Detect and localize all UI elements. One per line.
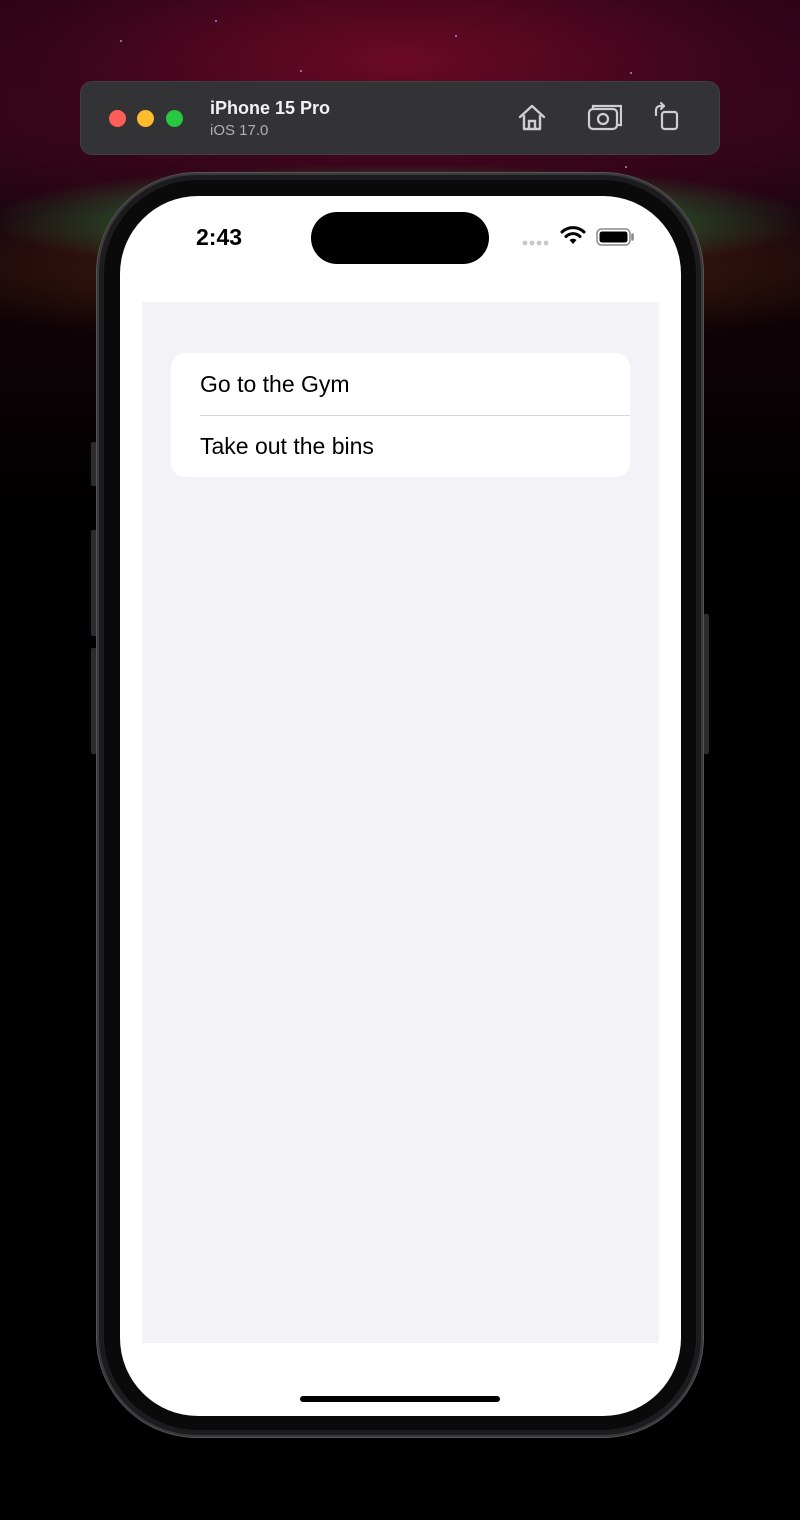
device-name: iPhone 15 Pro [210,98,331,118]
list-item[interactable]: Go to the Gym [171,353,630,415]
star [120,40,122,42]
minimize-window-button[interactable] [137,110,154,127]
rotate-icon [654,101,679,131]
star [300,70,302,72]
close-window-button[interactable] [109,110,126,127]
home-indicator[interactable] [300,1396,500,1402]
star [215,20,217,22]
star [630,72,632,74]
status-time: 2:43 [196,224,243,250]
list-item-label: Go to the Gym [200,370,350,397]
list-item[interactable]: Take out the bins [171,415,630,477]
cellular-signal-icon [522,240,549,246]
home-button[interactable] [515,101,549,135]
rotate-button[interactable] [650,101,684,135]
os-version: iOS 17.0 [210,122,269,139]
screenshot-icon [587,104,623,131]
screenshot-button[interactable] [586,101,623,135]
simulator-toolbar: iPhone 15 Pro iOS 17.0 [80,81,720,155]
star [625,166,627,168]
dynamic-island [311,212,489,264]
battery-icon [596,228,634,246]
star [455,35,457,37]
phone-screen: 2:43 Go to the Gym Take out the bins [120,196,681,1416]
wifi-icon [560,226,586,244]
list-background: Go to the Gym Take out the bins [142,302,659,1343]
list-item-label: Take out the bins [200,432,374,459]
side-power-button[interactable] [703,614,709,754]
todo-list: Go to the Gym Take out the bins [171,353,630,477]
home-icon [518,104,546,131]
zoom-window-button[interactable] [166,110,183,127]
